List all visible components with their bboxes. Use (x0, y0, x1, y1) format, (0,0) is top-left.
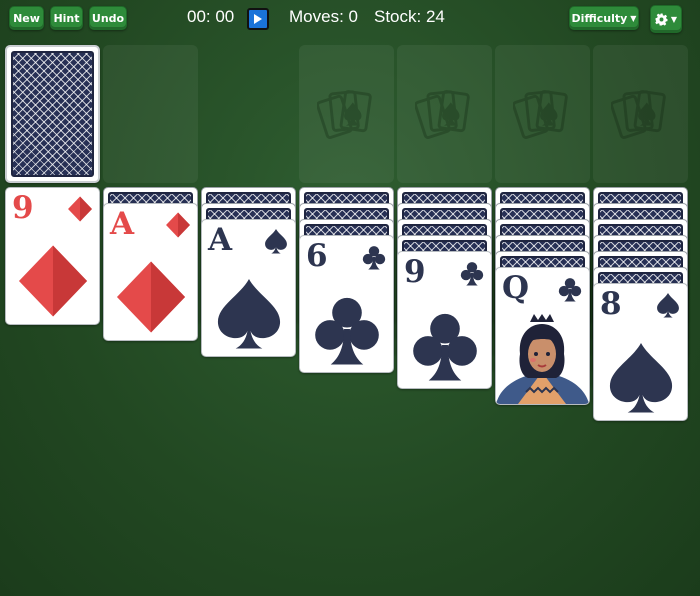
undo-button[interactable]: Undo (89, 6, 127, 30)
difficulty-dropdown[interactable]: Difficulty ▼ (569, 6, 639, 30)
caret-down-icon: ▼ (670, 14, 678, 24)
card-rank: 9 (404, 254, 426, 290)
club-icon (310, 292, 384, 366)
spade-icon (655, 292, 681, 318)
cards-icon (317, 85, 377, 143)
diamond-icon (67, 196, 93, 222)
club-icon (408, 308, 482, 382)
moves-counter: Moves: 0 (289, 7, 358, 26)
diamond-icon (165, 212, 191, 238)
spade-icon (263, 228, 289, 254)
hint-button[interactable]: Hint (50, 6, 83, 30)
stock-counter: Stock: 24 (374, 7, 445, 26)
card-rank: 9 (12, 190, 34, 226)
toolbar: New Hint Undo 00: 00 Moves: 0 Stock: 24 … (0, 0, 700, 38)
card-rank: 6 (306, 238, 328, 274)
play-button[interactable] (247, 8, 269, 30)
foundation-slot-3[interactable] (495, 45, 590, 183)
face-up-card[interactable]: 6 (299, 235, 394, 373)
waste-pile[interactable] (103, 45, 198, 183)
foundation-slot-4[interactable] (593, 45, 688, 183)
club-icon (557, 276, 583, 302)
card-back-pattern (11, 51, 94, 177)
settings-button[interactable]: ▼ (650, 5, 682, 33)
foundation-slot-2[interactable] (397, 45, 492, 183)
card-rank: 8 (600, 286, 622, 322)
diamond-icon (16, 244, 90, 318)
face-up-card[interactable]: Q (495, 267, 590, 405)
timer: 00: 00 (187, 7, 235, 26)
face-up-card[interactable]: 9 (397, 251, 492, 389)
face-up-card[interactable]: 8 (593, 283, 688, 421)
spade-icon (604, 340, 678, 414)
face-up-card[interactable]: A (103, 203, 198, 341)
card-rank: A (110, 206, 135, 242)
spade-icon (212, 276, 286, 350)
cards-icon (611, 85, 671, 143)
gear-icon (655, 13, 668, 26)
caret-down-icon: ▼ (630, 13, 637, 23)
queen-portrait-icon (496, 314, 589, 404)
face-up-card[interactable]: A (201, 219, 296, 357)
stock-pile[interactable] (5, 45, 100, 183)
cards-icon (513, 85, 573, 143)
card-rank: Q (502, 270, 530, 306)
cards-icon (415, 85, 475, 143)
play-icon (254, 14, 262, 24)
new-game-button[interactable]: New (9, 6, 44, 30)
foundation-slot-1[interactable] (299, 45, 394, 183)
face-up-card[interactable]: 9 (5, 187, 100, 325)
club-icon (459, 260, 485, 286)
diamond-icon (114, 260, 188, 334)
difficulty-label: Difficulty (571, 11, 628, 25)
club-icon (361, 244, 387, 270)
card-rank: A (208, 222, 233, 258)
